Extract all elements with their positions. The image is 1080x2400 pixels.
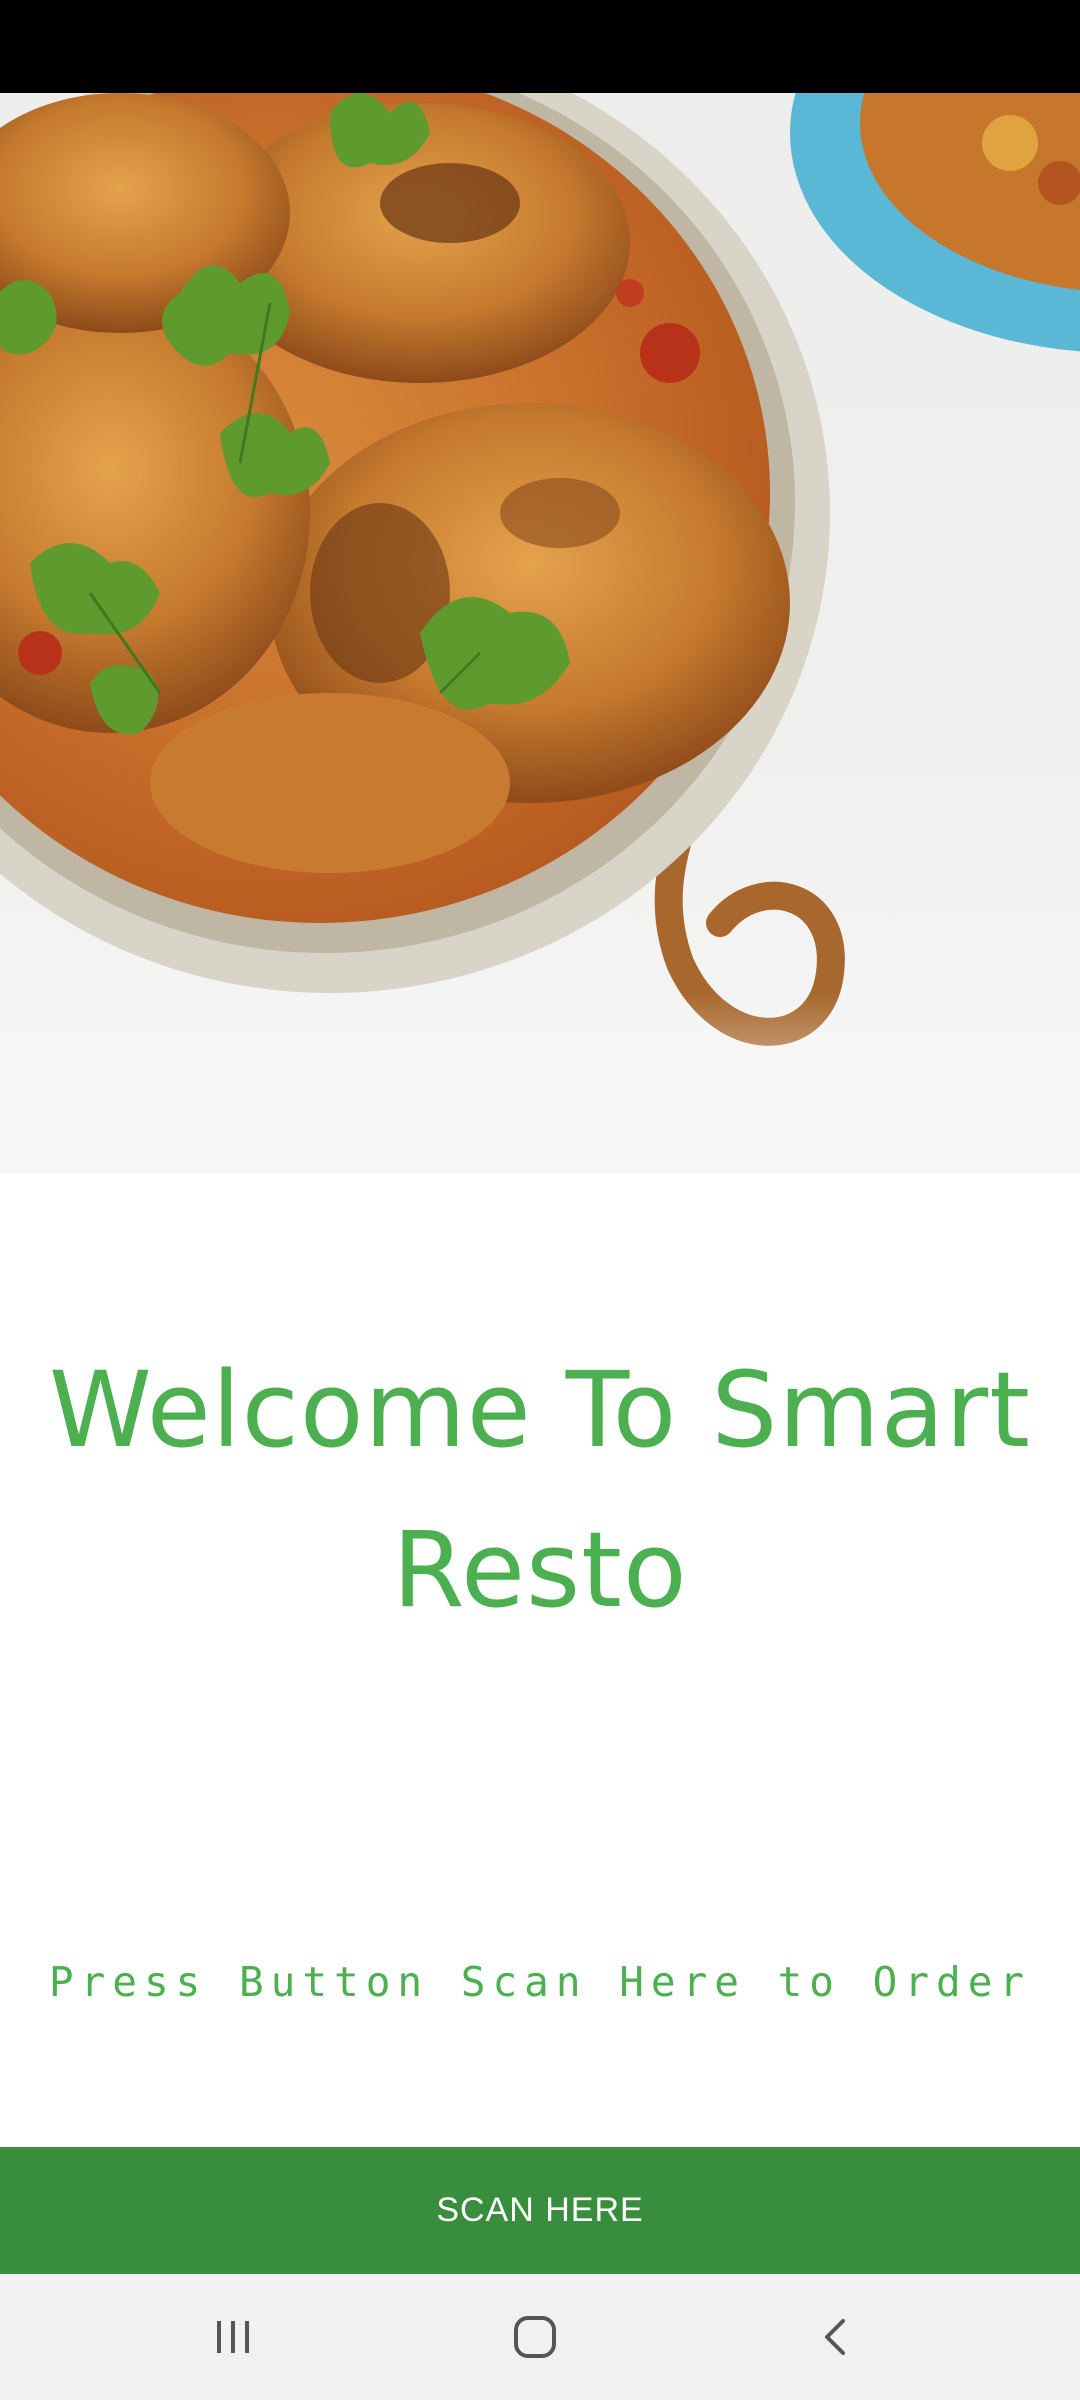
welcome-title: Welcome To Smart Resto [40, 1330, 1040, 1650]
scan-here-label: SCAN HERE [436, 2191, 644, 2229]
app-screen: Welcome To Smart Resto Press Button Scan… [0, 0, 1080, 2400]
recents-icon[interactable] [188, 2292, 278, 2382]
home-icon[interactable] [490, 2292, 580, 2382]
curry-dish-photo [0, 93, 1080, 1173]
instruction-text: Press Button Scan Here to Order [48, 1958, 1032, 2006]
welcome-title-line2: Resto [392, 1509, 688, 1631]
system-nav-bar [0, 2274, 1080, 2400]
hero-image [0, 93, 1080, 1173]
welcome-title-line1: Welcome To Smart [49, 1349, 1031, 1471]
scan-here-button[interactable]: SCAN HERE [0, 2147, 1080, 2274]
status-bar [0, 0, 1080, 93]
back-icon[interactable] [792, 2292, 882, 2382]
